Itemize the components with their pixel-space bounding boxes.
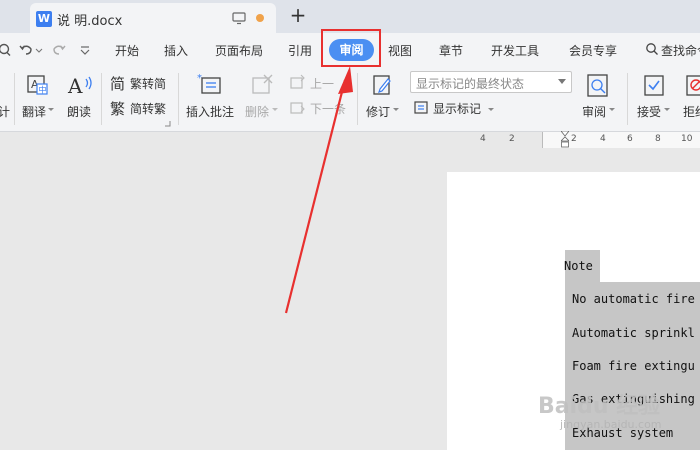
ruler-number: 4 [600,134,606,144]
document-tab-title: 说 明.docx [57,14,123,29]
trad-to-simp-icon: 简 [110,75,126,93]
ruler-margin [447,132,542,148]
show-markup-icon [414,101,428,114]
undo-dropdown-icon[interactable] [35,42,43,58]
delete-comment-icon [252,74,273,94]
document-line[interactable]: Automatic sprinkl [572,326,695,340]
menu-reference[interactable]: 引用 [288,42,312,59]
accept-label: 接受 [637,105,662,119]
accept-check-icon [644,75,664,96]
svg-text:中: 中 [39,85,47,95]
svg-text:*: * [197,73,202,84]
track-changes-icon [373,75,391,95]
insert-comment-icon: * [197,73,221,94]
accept-dropdown-icon[interactable] [664,107,670,113]
review-pane-button[interactable] [584,73,612,101]
trad-to-simp-button[interactable]: 简 繁转简 [110,73,172,93]
insert-comment-label: 插入批注 [186,105,235,119]
delete-comment-button[interactable] [248,73,276,101]
document-line[interactable]: Foam fire extingu [572,359,695,373]
ribbon-separator [14,73,15,125]
delete-dropdown-icon[interactable] [272,107,278,113]
insert-comment-button[interactable]: * [195,73,225,101]
track-changes-button[interactable] [368,73,396,101]
review-pane-icon [587,74,608,97]
document-line[interactable]: Note [564,259,593,273]
review-pane-dropdown-icon[interactable] [609,107,615,113]
customize-toolbar-icon[interactable] [79,42,91,58]
writer-doc-icon: W [36,11,52,27]
ruler-number: 6 [627,134,633,144]
menu-start[interactable]: 开始 [115,42,139,59]
document-tab[interactable]: W 说 明.docx [30,3,276,33]
command-search[interactable]: 查找命令 [641,40,700,60]
menu-chapter[interactable]: 章节 [439,42,463,59]
search-doc-icon[interactable] [0,42,12,58]
watermark-url: jingyan.baidu.com [560,418,662,431]
ribbon-separator [627,73,628,125]
ruler-number: 10 [681,134,693,144]
previous-comment-button[interactable]: 上一 [290,73,340,93]
revise-dropdown-icon[interactable] [393,107,399,113]
read-aloud-label: 朗读 [67,105,92,119]
baidu-jingyan-watermark: Baidu 经验 jingyan.baidu.com [538,388,678,438]
group-expand-icon[interactable] [164,120,171,127]
ribbon-separator [178,73,179,125]
menu-view[interactable]: 视图 [388,42,412,59]
watermark-logo: Baidu 经验 [538,394,661,419]
search-icon [646,43,658,55]
accept-button[interactable] [640,73,668,101]
menu-insert[interactable]: 插入 [164,42,188,59]
delete-label: 删除 [245,105,270,119]
show-markup-label: 显示标记 [433,102,482,116]
undo-icon[interactable] [18,42,34,58]
ruler-number: 2 [571,134,577,144]
trad-to-simp-label: 繁转简 [130,77,167,91]
previous-label: 上一 [310,77,335,91]
menu-member[interactable]: 会员专享 [569,42,617,59]
simp-to-trad-button[interactable]: 繁 简转繁 [110,98,172,118]
translate-dropdown-icon[interactable] [48,107,54,113]
document-line[interactable]: No automatic fire [572,292,695,306]
ribbon-separator [101,73,102,125]
cut-off-label: 计 [0,105,11,119]
menu-developer-tools[interactable]: 开发工具 [491,42,539,59]
indent-marker-icon[interactable] [561,131,569,149]
review-tab-highlight [321,29,381,67]
new-tab-button[interactable]: + [287,3,309,27]
read-aloud-icon: A [67,74,92,97]
simp-to-trad-icon: 繁 [110,100,126,118]
chevron-down-icon [558,79,566,84]
monitor-icon[interactable] [232,11,246,25]
translate-icon: A 中 [27,75,48,95]
previous-comment-icon [290,74,305,89]
next-comment-icon [290,102,305,114]
page-background [600,250,700,282]
show-markup-dropdown-icon[interactable] [488,107,494,113]
next-label: 下一条 [310,102,347,116]
ruler-number: 2 [509,134,515,144]
unsaved-dot-icon [256,14,264,22]
ruler-number: 4 [480,134,486,144]
reject-label: 拒绝 [683,105,700,119]
revise-label: 修订 [366,105,391,119]
simp-to-trad-label: 简转繁 [130,102,167,116]
ribbon-separator [357,73,358,125]
menu-page-layout[interactable]: 页面布局 [215,42,263,59]
translate-label: 翻译 [22,105,47,119]
next-comment-button[interactable]: 下一条 [290,98,350,118]
ruler-number: 8 [655,134,661,144]
reject-button[interactable] [684,73,700,101]
review-pane-label: 审阅 [582,105,607,119]
markup-display-value: 显示标记的最终状态 [416,77,525,91]
markup-display-select[interactable]: 显示标记的最终状态 [410,71,572,93]
svg-text:A: A [67,74,83,97]
reject-icon [686,75,700,96]
redo-icon[interactable] [51,42,67,58]
review-ribbon: 计 A 中 翻译 A 朗读 简 繁转简 繁 简转繁 * 插入批注 删除 上一 下… [0,67,700,132]
command-search-label: 查找命令 [661,44,700,58]
